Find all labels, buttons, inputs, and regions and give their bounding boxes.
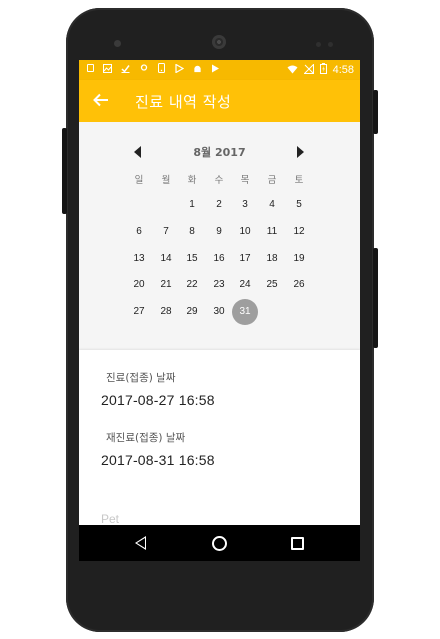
weekday-label: 일 bbox=[134, 175, 144, 186]
calendar-day[interactable]: 23 bbox=[206, 272, 232, 298]
calendar-day[interactable]: 15 bbox=[179, 246, 205, 272]
calendar-day[interactable]: 25 bbox=[259, 272, 285, 298]
play-store-icon bbox=[175, 63, 184, 73]
earpiece-speaker bbox=[212, 35, 226, 49]
weekday-label: 금 bbox=[267, 175, 277, 186]
next-month-icon[interactable] bbox=[297, 146, 304, 158]
nav-back-icon-inner bbox=[137, 538, 145, 548]
revisit-date-label: 재진료(접종) 날짜 bbox=[106, 432, 186, 444]
calendar-day[interactable]: 12 bbox=[286, 219, 312, 245]
calendar-day[interactable]: 1 bbox=[179, 192, 205, 218]
calendar-day[interactable]: 3 bbox=[232, 192, 258, 218]
status-bar: 4:58 bbox=[79, 60, 360, 80]
play-icon bbox=[211, 63, 220, 73]
calendar-day[interactable]: 30 bbox=[206, 299, 232, 325]
weekday-label: 목 bbox=[240, 175, 250, 186]
calendar-day[interactable]: 5 bbox=[286, 192, 312, 218]
calendar-day[interactable]: 8 bbox=[179, 219, 205, 245]
calendar-day[interactable]: 7 bbox=[153, 219, 179, 245]
calendar-day[interactable]: 9 bbox=[206, 219, 232, 245]
light-sensor bbox=[328, 42, 333, 47]
side-button bbox=[62, 128, 67, 214]
nav-home-icon[interactable] bbox=[212, 536, 227, 551]
revisit-date-field[interactable]: 2017-08-31 16:58 bbox=[101, 452, 215, 468]
calendar-day[interactable]: 2 bbox=[206, 192, 232, 218]
weekday-label: 토 bbox=[294, 175, 304, 186]
volume-button bbox=[373, 248, 378, 348]
back-button[interactable] bbox=[90, 89, 112, 111]
calendar-day[interactable]: 19 bbox=[286, 246, 312, 272]
app-bar: 진료 내역 작성 bbox=[79, 80, 360, 122]
date-picker-calendar: 8월 2017 일월화수목금토 1 2 3 4 5 6 7 8 9 10 11 12 13 14 15 16 1… bbox=[79, 122, 360, 350]
status-notification-icons bbox=[87, 63, 220, 73]
calendar-day[interactable]: 22 bbox=[179, 272, 205, 298]
treatment-date-field[interactable]: 2017-08-27 16:58 bbox=[101, 392, 215, 408]
arrow-left-icon bbox=[93, 93, 108, 107]
image-icon bbox=[103, 63, 112, 73]
power-button bbox=[373, 90, 378, 134]
selected-day[interactable]: 31 bbox=[232, 299, 258, 325]
screen: 4:58 진료 내역 작성 8월 2017 일월화수목금토 1234567891… bbox=[79, 60, 360, 560]
phone-icon bbox=[157, 63, 166, 73]
calendar-day[interactable]: 26 bbox=[286, 272, 312, 298]
nav-recents-icon[interactable] bbox=[291, 537, 304, 550]
calendar-day[interactable]: 13 bbox=[126, 246, 152, 272]
calendar-day[interactable]: 18 bbox=[259, 246, 285, 272]
calendar-day[interactable]: 20 bbox=[126, 272, 152, 298]
front-camera bbox=[114, 40, 121, 47]
calendar-day[interactable]: 11 bbox=[259, 219, 285, 245]
calendar-day[interactable]: 24 bbox=[232, 272, 258, 298]
page-title: 진료 내역 작성 bbox=[135, 93, 232, 111]
check-icon bbox=[121, 63, 130, 73]
no-signal-icon bbox=[302, 62, 314, 77]
pet-field-label[interactable]: Pet bbox=[101, 512, 119, 526]
notification-icon bbox=[87, 64, 94, 72]
month-label: 8월 2017 bbox=[193, 146, 246, 159]
proximity-sensor bbox=[316, 42, 321, 47]
treatment-date-label: 진료(접종) 날짜 bbox=[106, 372, 176, 384]
calendar-day[interactable]: 10 bbox=[232, 219, 258, 245]
pin-icon bbox=[139, 63, 148, 73]
status-time: 4:58 bbox=[332, 64, 354, 76]
calendar-day[interactable]: 6 bbox=[126, 219, 152, 245]
wifi-icon bbox=[287, 64, 298, 77]
calendar-day[interactable]: 29 bbox=[179, 299, 205, 325]
calendar-day[interactable]: 16 bbox=[206, 246, 232, 272]
calendar-day[interactable]: 21 bbox=[153, 272, 179, 298]
weekday-label: 월 bbox=[161, 175, 171, 186]
weekday-label: 수 bbox=[214, 175, 224, 186]
calendar-day[interactable]: 17 bbox=[232, 246, 258, 272]
status-system-icons: 4:58 bbox=[287, 62, 354, 77]
calendar-day[interactable]: 14 bbox=[153, 246, 179, 272]
android-icon bbox=[193, 63, 202, 73]
calendar-day[interactable]: 28 bbox=[153, 299, 179, 325]
battery-icon bbox=[319, 63, 327, 77]
weekday-label: 화 bbox=[187, 175, 197, 186]
calendar-day[interactable]: 27 bbox=[126, 299, 152, 325]
navigation-bar bbox=[79, 525, 360, 561]
calendar-day[interactable]: 4 bbox=[259, 192, 285, 218]
